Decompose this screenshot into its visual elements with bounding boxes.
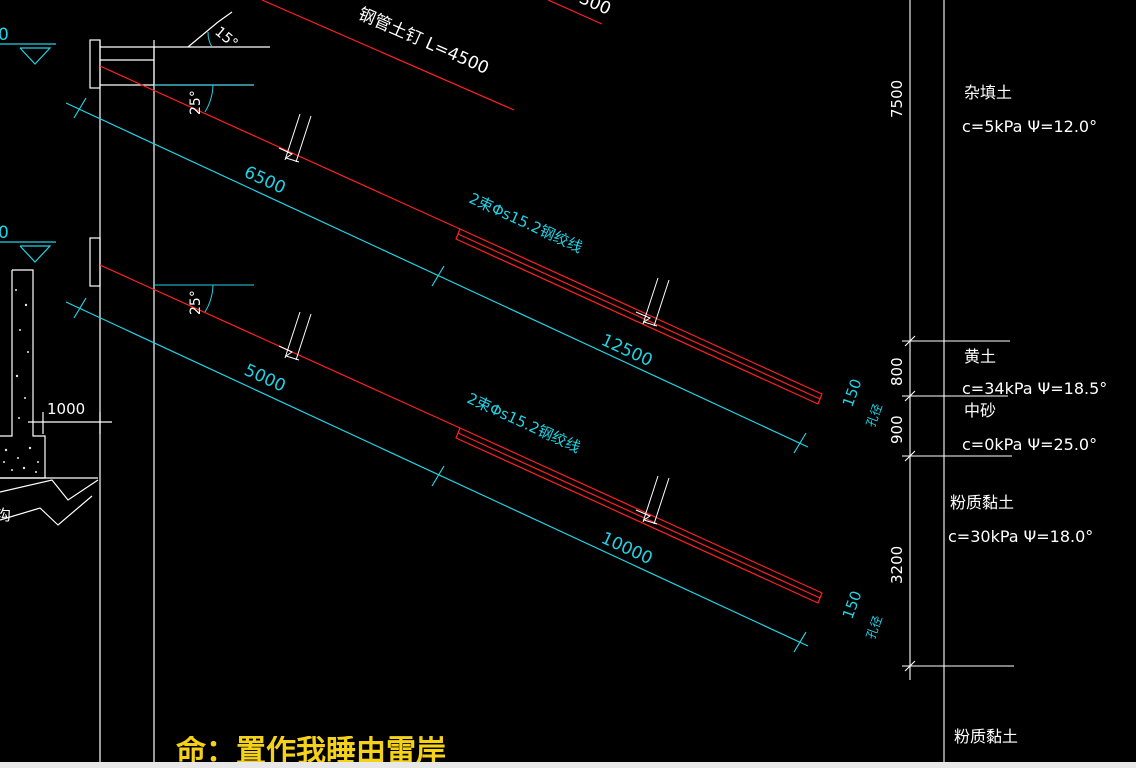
soil-layer-name: 粉质黏土 bbox=[954, 727, 1018, 746]
anchor2-bond-length: 10000 bbox=[598, 528, 656, 569]
left-partial-3: 沟 bbox=[0, 506, 11, 524]
angle-top-label: 15° bbox=[211, 24, 240, 52]
anchor1-diameter-note: 孔径 bbox=[864, 402, 885, 429]
left-partial-2: 0 bbox=[0, 223, 9, 243]
depth-label: 900 bbox=[888, 415, 906, 444]
anchor1-bond-length: 12500 bbox=[598, 330, 656, 371]
soil-layer-params: c=0kPa Ψ=25.0° bbox=[962, 435, 1097, 454]
depth-label: 3200 bbox=[888, 546, 906, 584]
left-partial-1: 0 bbox=[0, 25, 9, 45]
left-dimension: 1000 bbox=[47, 400, 85, 418]
soil-nail-label: 钢管土钉 L=4500 bbox=[355, 4, 492, 79]
soil-layer-name: 黄土 bbox=[964, 347, 996, 366]
status-bar bbox=[0, 762, 1136, 768]
anchor2-diameter: 150 bbox=[839, 588, 866, 621]
anchor-1 bbox=[65, 65, 823, 454]
soil-layer-params: c=34kPa Ψ=18.5° bbox=[962, 379, 1107, 398]
anchor2-tendon: 2束Φs15.2钢绞线 bbox=[464, 389, 583, 456]
depth-label: 7500 bbox=[888, 80, 906, 118]
retaining-structure bbox=[0, 11, 270, 768]
anchor2-free-length: 5000 bbox=[241, 360, 289, 396]
angle-anchor2-label: 25° bbox=[188, 290, 204, 315]
depth-label: 800 bbox=[888, 357, 906, 386]
top-partial-label: 300 bbox=[576, 0, 614, 20]
anchor1-diameter: 150 bbox=[839, 376, 866, 409]
anchor-2 bbox=[65, 264, 823, 653]
soil-layer-params: c=30kPa Ψ=18.0° bbox=[948, 527, 1093, 546]
angle-references bbox=[154, 31, 254, 313]
anchor2-diameter-note: 孔径 bbox=[864, 614, 885, 641]
soil-layer-name: 杂填土 bbox=[964, 83, 1012, 102]
cad-drawing: 钢管土钉 L=4500 300 15° 25° 25° 6500 2束Φs15.… bbox=[0, 0, 1107, 768]
soil-layer-name: 中砂 bbox=[964, 401, 996, 420]
angle-anchor1-label: 25° bbox=[188, 90, 204, 115]
anchor1-free-length: 6500 bbox=[241, 162, 289, 198]
soil-layer-name: 粉质黏土 bbox=[950, 493, 1014, 512]
soil-layer-params: c=5kPa Ψ=12.0° bbox=[962, 117, 1097, 136]
